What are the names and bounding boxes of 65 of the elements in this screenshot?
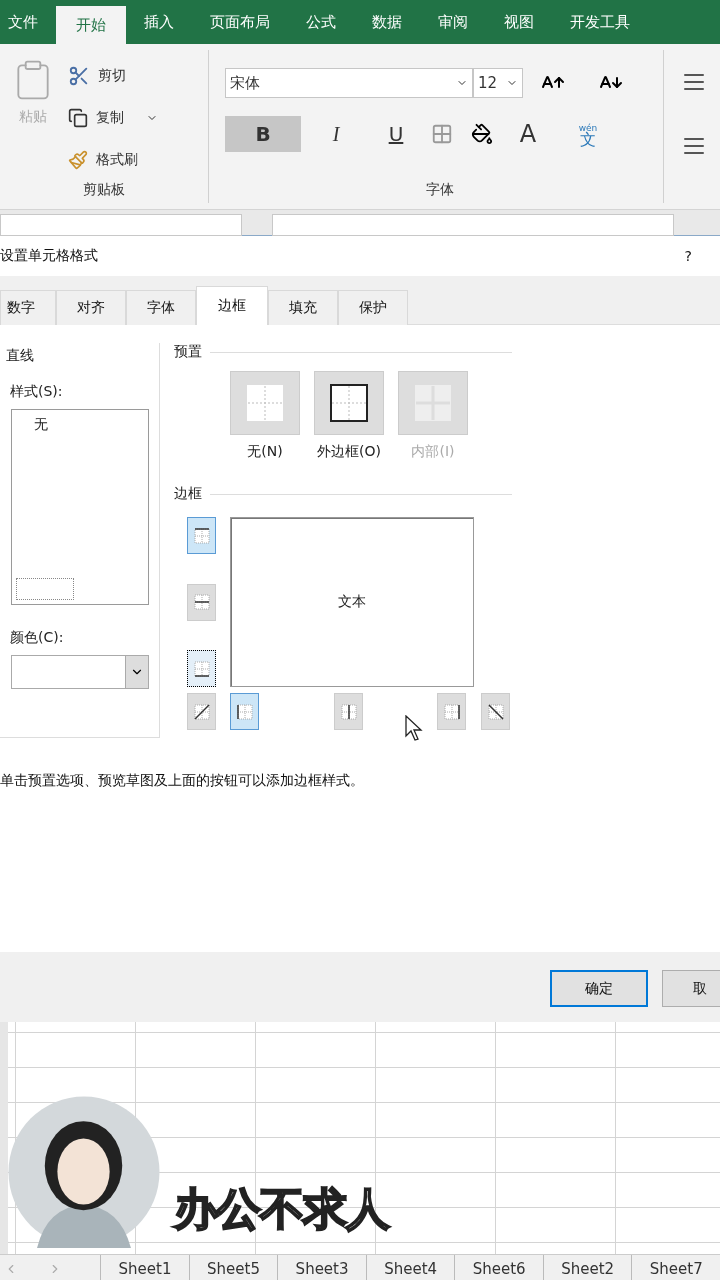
style-label: 样式(S): <box>10 383 64 401</box>
group-label: 剪贴板 <box>82 181 126 199</box>
sheet-tab[interactable]: Sheet4 <box>365 1255 455 1280</box>
preset-none-icon <box>245 383 285 423</box>
italic-button[interactable]: I <box>311 116 361 152</box>
border-line-icon <box>191 701 212 722</box>
ribbon-tab[interactable]: 公式 <box>288 0 354 44</box>
font-name-field[interactable]: 宋体 <box>225 68 473 98</box>
ribbon-tab[interactable]: 审阅 <box>420 0 486 44</box>
underline-button[interactable]: U <box>371 116 421 152</box>
dialog-button[interactable]: 取 <box>662 970 720 1007</box>
sheet-tab[interactable]: Sheet3 <box>277 1255 366 1280</box>
bold-button[interactable]: B <box>225 116 301 152</box>
ribbon-tab[interactable]: 页面布局 <box>192 0 288 44</box>
dialog-tab[interactable]: 字体 <box>126 290 196 325</box>
ribbon-tab[interactable]: 开始 <box>56 6 126 44</box>
hint-text: 单击预置选项、预览草图及上面的按钮可以添加边框样式。 <box>0 771 365 790</box>
ribbon-tab[interactable]: 视图 <box>486 0 552 44</box>
dialog-button[interactable]: 确定 <box>550 970 648 1007</box>
border-toggle-button[interactable] <box>187 650 216 687</box>
scissors-icon <box>68 65 90 87</box>
line-style-list[interactable]: 无 <box>11 409 149 605</box>
line-style-option[interactable]: 无 <box>34 416 148 434</box>
font-color-button[interactable]: A <box>503 116 553 152</box>
color-dropdown[interactable] <box>11 655 149 689</box>
sheet-tab[interactable]: Sheet2 <box>542 1255 632 1280</box>
section-title: 预置 <box>174 343 512 361</box>
borders-icon[interactable] <box>431 123 453 145</box>
border-line-icon <box>485 701 506 722</box>
border-preview[interactable]: 文本 <box>230 517 474 687</box>
border-toggle-button[interactable] <box>187 517 216 554</box>
copy-icon <box>68 108 88 128</box>
section-title: 边框 <box>174 485 512 503</box>
help-button[interactable]: ? <box>684 248 692 264</box>
dialog-tab[interactable]: 保护 <box>338 290 408 325</box>
font-size-field[interactable]: 12 <box>473 68 523 98</box>
color-label: 颜色(C): <box>10 629 65 647</box>
border-toggle-button[interactable] <box>230 693 259 730</box>
group-label: 字体 <box>425 181 455 199</box>
formula-field[interactable] <box>272 214 674 236</box>
preset-outline-icon <box>329 383 369 423</box>
paintbrush-icon <box>68 150 88 170</box>
preview-text: 文本 <box>338 593 366 611</box>
format-painter-label[interactable]: 格式刷 <box>96 151 138 169</box>
ribbon-tab[interactable]: 开发工具 <box>552 0 648 44</box>
paint-bucket-icon[interactable] <box>471 123 493 145</box>
dialog-tab[interactable]: 填充 <box>268 290 338 325</box>
sheet-tab[interactable]: Sheet6 <box>454 1255 543 1280</box>
caption: 办公不求人 <box>174 1182 389 1236</box>
dialog-tab[interactable]: 数字 <box>0 290 56 325</box>
group-title: 直线 <box>6 347 35 365</box>
dialog-title: 设置单元格格式 <box>0 247 98 265</box>
ribbon-tab[interactable]: 数据 <box>354 0 420 44</box>
dialog-tab[interactable]: 对齐 <box>56 290 126 325</box>
line-style-option[interactable] <box>16 578 74 600</box>
sheet-tab[interactable]: Sheet1 <box>100 1255 189 1280</box>
sheet-tab[interactable]: Sheet7 <box>631 1255 720 1280</box>
ribbon-tab[interactable]: 文件 <box>0 0 56 44</box>
dialog-tab[interactable]: 边框 <box>196 286 268 325</box>
copy-label[interactable]: 复制 <box>96 109 124 127</box>
cut-label[interactable]: 剪切 <box>98 67 126 85</box>
sheet-tab[interactable]: Sheet5 <box>188 1255 278 1280</box>
phonetic-button[interactable]: wén 文 <box>563 116 613 152</box>
mouse-cursor-icon <box>405 715 423 741</box>
ribbon-tab[interactable]: 插入 <box>126 0 192 44</box>
